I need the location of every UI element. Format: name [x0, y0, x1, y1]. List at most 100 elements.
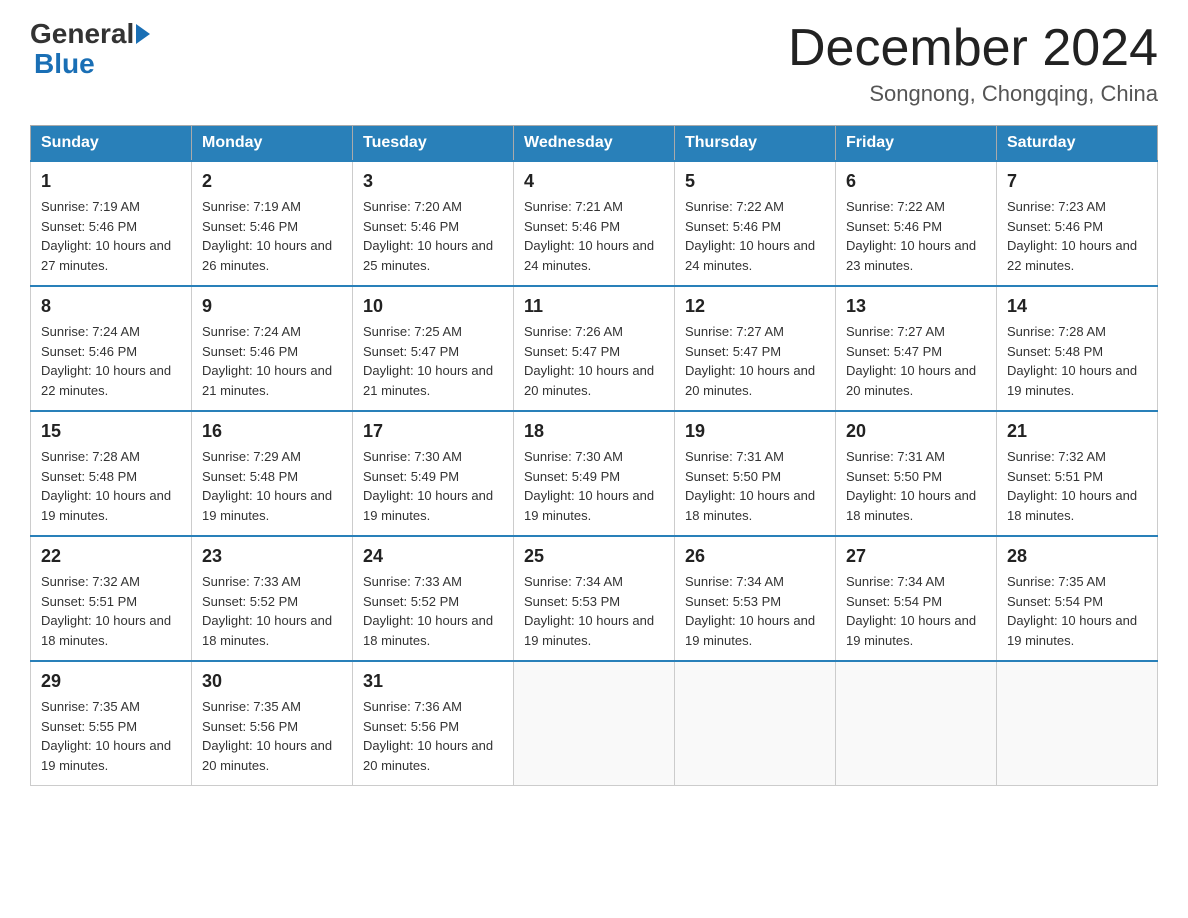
day-number: 14: [1007, 293, 1147, 320]
sunset-info: Sunset: 5:48 PM: [1007, 344, 1103, 359]
sunset-info: Sunset: 5:51 PM: [1007, 469, 1103, 484]
day-number: 19: [685, 418, 825, 445]
sunset-info: Sunset: 5:50 PM: [846, 469, 942, 484]
day-number: 12: [685, 293, 825, 320]
calendar-cell: 3 Sunrise: 7:20 AM Sunset: 5:46 PM Dayli…: [353, 161, 514, 286]
sunrise-info: Sunrise: 7:23 AM: [1007, 199, 1106, 214]
daylight-info: Daylight: 10 hours and 18 minutes.: [363, 613, 493, 648]
calendar-cell: 27 Sunrise: 7:34 AM Sunset: 5:54 PM Dayl…: [836, 536, 997, 661]
sunset-info: Sunset: 5:51 PM: [41, 594, 137, 609]
day-number: 29: [41, 668, 181, 695]
weekday-header-thursday: Thursday: [675, 126, 836, 162]
calendar-cell: 1 Sunrise: 7:19 AM Sunset: 5:46 PM Dayli…: [31, 161, 192, 286]
sunrise-info: Sunrise: 7:30 AM: [524, 449, 623, 464]
title-area: December 2024 Songnong, Chongqing, China: [788, 20, 1158, 107]
calendar-cell: 25 Sunrise: 7:34 AM Sunset: 5:53 PM Dayl…: [514, 536, 675, 661]
calendar-cell: 4 Sunrise: 7:21 AM Sunset: 5:46 PM Dayli…: [514, 161, 675, 286]
daylight-info: Daylight: 10 hours and 19 minutes.: [685, 613, 815, 648]
sunset-info: Sunset: 5:55 PM: [41, 719, 137, 734]
day-number: 9: [202, 293, 342, 320]
sunrise-info: Sunrise: 7:24 AM: [202, 324, 301, 339]
sunrise-info: Sunrise: 7:34 AM: [685, 574, 784, 589]
location-subtitle: Songnong, Chongqing, China: [788, 81, 1158, 107]
calendar-cell: [514, 661, 675, 786]
weekday-header-saturday: Saturday: [997, 126, 1158, 162]
sunset-info: Sunset: 5:46 PM: [1007, 219, 1103, 234]
day-number: 23: [202, 543, 342, 570]
daylight-info: Daylight: 10 hours and 20 minutes.: [202, 738, 332, 773]
day-number: 25: [524, 543, 664, 570]
daylight-info: Daylight: 10 hours and 19 minutes.: [524, 613, 654, 648]
sunrise-info: Sunrise: 7:28 AM: [41, 449, 140, 464]
calendar-cell: 23 Sunrise: 7:33 AM Sunset: 5:52 PM Dayl…: [192, 536, 353, 661]
calendar-cell: 8 Sunrise: 7:24 AM Sunset: 5:46 PM Dayli…: [31, 286, 192, 411]
logo: General Blue: [30, 20, 152, 80]
calendar-cell: 10 Sunrise: 7:25 AM Sunset: 5:47 PM Dayl…: [353, 286, 514, 411]
sunrise-info: Sunrise: 7:30 AM: [363, 449, 462, 464]
daylight-info: Daylight: 10 hours and 22 minutes.: [1007, 238, 1137, 273]
sunrise-info: Sunrise: 7:33 AM: [363, 574, 462, 589]
daylight-info: Daylight: 10 hours and 19 minutes.: [41, 738, 171, 773]
daylight-info: Daylight: 10 hours and 18 minutes.: [202, 613, 332, 648]
day-number: 5: [685, 168, 825, 195]
sunrise-info: Sunrise: 7:22 AM: [685, 199, 784, 214]
sunrise-info: Sunrise: 7:31 AM: [846, 449, 945, 464]
day-number: 26: [685, 543, 825, 570]
day-number: 8: [41, 293, 181, 320]
day-number: 6: [846, 168, 986, 195]
calendar-cell: 21 Sunrise: 7:32 AM Sunset: 5:51 PM Dayl…: [997, 411, 1158, 536]
calendar-cell: 20 Sunrise: 7:31 AM Sunset: 5:50 PM Dayl…: [836, 411, 997, 536]
calendar-cell: [675, 661, 836, 786]
day-number: 7: [1007, 168, 1147, 195]
day-number: 24: [363, 543, 503, 570]
calendar-cell: 29 Sunrise: 7:35 AM Sunset: 5:55 PM Dayl…: [31, 661, 192, 786]
sunset-info: Sunset: 5:46 PM: [202, 344, 298, 359]
sunrise-info: Sunrise: 7:34 AM: [524, 574, 623, 589]
week-row-4: 22 Sunrise: 7:32 AM Sunset: 5:51 PM Dayl…: [31, 536, 1158, 661]
sunset-info: Sunset: 5:47 PM: [846, 344, 942, 359]
daylight-info: Daylight: 10 hours and 19 minutes.: [41, 488, 171, 523]
calendar-cell: 6 Sunrise: 7:22 AM Sunset: 5:46 PM Dayli…: [836, 161, 997, 286]
sunset-info: Sunset: 5:50 PM: [685, 469, 781, 484]
sunset-info: Sunset: 5:46 PM: [685, 219, 781, 234]
daylight-info: Daylight: 10 hours and 18 minutes.: [41, 613, 171, 648]
calendar-cell: 30 Sunrise: 7:35 AM Sunset: 5:56 PM Dayl…: [192, 661, 353, 786]
day-number: 17: [363, 418, 503, 445]
sunset-info: Sunset: 5:54 PM: [846, 594, 942, 609]
daylight-info: Daylight: 10 hours and 26 minutes.: [202, 238, 332, 273]
sunrise-info: Sunrise: 7:31 AM: [685, 449, 784, 464]
daylight-info: Daylight: 10 hours and 25 minutes.: [363, 238, 493, 273]
weekday-header-tuesday: Tuesday: [353, 126, 514, 162]
sunset-info: Sunset: 5:49 PM: [363, 469, 459, 484]
day-number: 15: [41, 418, 181, 445]
day-number: 20: [846, 418, 986, 445]
weekday-header-monday: Monday: [192, 126, 353, 162]
daylight-info: Daylight: 10 hours and 21 minutes.: [363, 363, 493, 398]
calendar-cell: 12 Sunrise: 7:27 AM Sunset: 5:47 PM Dayl…: [675, 286, 836, 411]
daylight-info: Daylight: 10 hours and 18 minutes.: [846, 488, 976, 523]
sunset-info: Sunset: 5:56 PM: [202, 719, 298, 734]
calendar-cell: 26 Sunrise: 7:34 AM Sunset: 5:53 PM Dayl…: [675, 536, 836, 661]
sunrise-info: Sunrise: 7:27 AM: [846, 324, 945, 339]
day-number: 22: [41, 543, 181, 570]
calendar-cell: [836, 661, 997, 786]
calendar-cell: 2 Sunrise: 7:19 AM Sunset: 5:46 PM Dayli…: [192, 161, 353, 286]
sunset-info: Sunset: 5:46 PM: [524, 219, 620, 234]
calendar-cell: 9 Sunrise: 7:24 AM Sunset: 5:46 PM Dayli…: [192, 286, 353, 411]
calendar-cell: 19 Sunrise: 7:31 AM Sunset: 5:50 PM Dayl…: [675, 411, 836, 536]
calendar-cell: 16 Sunrise: 7:29 AM Sunset: 5:48 PM Dayl…: [192, 411, 353, 536]
sunrise-info: Sunrise: 7:29 AM: [202, 449, 301, 464]
sunrise-info: Sunrise: 7:32 AM: [1007, 449, 1106, 464]
sunset-info: Sunset: 5:46 PM: [846, 219, 942, 234]
sunset-info: Sunset: 5:46 PM: [202, 219, 298, 234]
weekday-header-friday: Friday: [836, 126, 997, 162]
page-header: General Blue December 2024 Songnong, Cho…: [30, 20, 1158, 107]
sunset-info: Sunset: 5:46 PM: [363, 219, 459, 234]
sunset-info: Sunset: 5:56 PM: [363, 719, 459, 734]
day-number: 13: [846, 293, 986, 320]
sunset-info: Sunset: 5:54 PM: [1007, 594, 1103, 609]
sunrise-info: Sunrise: 7:19 AM: [41, 199, 140, 214]
calendar-cell: 22 Sunrise: 7:32 AM Sunset: 5:51 PM Dayl…: [31, 536, 192, 661]
daylight-info: Daylight: 10 hours and 22 minutes.: [41, 363, 171, 398]
sunset-info: Sunset: 5:47 PM: [363, 344, 459, 359]
